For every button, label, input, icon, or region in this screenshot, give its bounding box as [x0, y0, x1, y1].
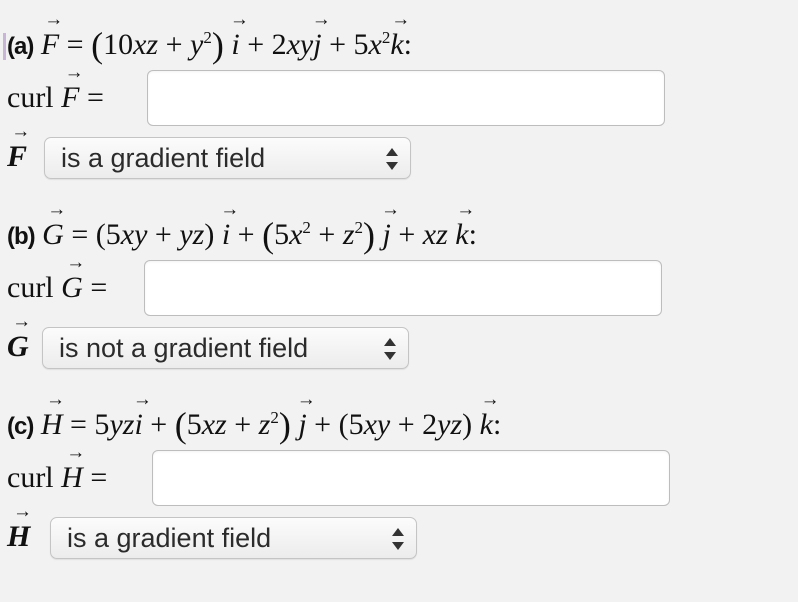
field-symbol: H	[7, 517, 30, 557]
question-b: (b) G = (5xy + yz) i + (5x2 + z2) j + xz…	[7, 215, 477, 257]
field-symbol: H	[61, 458, 83, 498]
gradient-select-a[interactable]: is a gradient field	[44, 137, 411, 179]
gradient-select-b[interactable]: is not a gradient field	[42, 327, 409, 369]
field-symbol: H	[41, 405, 63, 445]
equals-sign: =	[90, 271, 108, 304]
curl-label-a: curl F =	[7, 78, 104, 118]
field-symbol: F	[61, 78, 79, 118]
select-value: is a gradient field	[67, 523, 272, 553]
gradient-select-c[interactable]: is a gradient field	[50, 517, 417, 559]
select-arrows-icon	[386, 148, 398, 170]
question-a: (a) F = (10xz + y2) i + 2xyj + 5x2k:	[3, 25, 412, 67]
select-arrows-icon	[384, 338, 396, 360]
select-arrows-icon	[392, 528, 404, 550]
curl-label-b: curl G =	[7, 268, 107, 308]
part-label: (a)	[3, 33, 34, 60]
field-symbol: F	[7, 137, 27, 177]
part-label: (b)	[7, 223, 36, 250]
select-value: is a gradient field	[61, 143, 266, 173]
field-symbol: G	[7, 327, 29, 367]
equals-sign: =	[90, 461, 108, 494]
curl-answer-input-c[interactable]	[152, 450, 670, 506]
curl-prefix: curl	[7, 461, 54, 494]
curl-prefix: curl	[7, 81, 54, 114]
problem-page: (a) F = (10xz + y2) i + 2xyj + 5x2k: cur…	[0, 0, 798, 602]
field-symbol: G	[42, 215, 64, 255]
select-value: is not a gradient field	[59, 333, 309, 363]
field-symbol: F	[41, 25, 59, 65]
part-label: (c)	[7, 413, 34, 440]
curl-answer-input-b[interactable]	[144, 260, 662, 316]
curl-label-c: curl H =	[7, 458, 107, 498]
curl-prefix: curl	[7, 271, 54, 304]
field-symbol: G	[61, 268, 83, 308]
equals-sign: =	[86, 81, 104, 114]
curl-answer-input-a[interactable]	[147, 70, 665, 126]
question-c: (c) H = 5yzi + (5xz + z2) j + (5xy + 2yz…	[7, 405, 501, 447]
